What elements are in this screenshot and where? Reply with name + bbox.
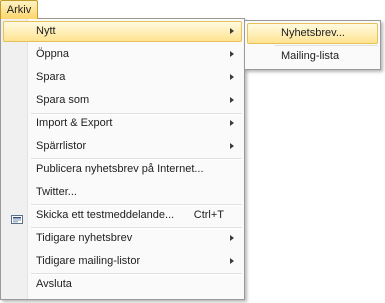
nytt-submenu: Nyhetsbrev... Mailing-lista bbox=[244, 20, 381, 70]
arkiv-menu-button[interactable]: Arkiv bbox=[0, 0, 38, 19]
menu-item-label: Twitter... bbox=[36, 186, 77, 198]
menu-item-label: Publicera nyhetsbrev på Internet... bbox=[36, 163, 204, 175]
submenu-item-mailing-lista[interactable]: Mailing-lista bbox=[247, 46, 378, 67]
menu-item-label: Spara bbox=[36, 71, 66, 83]
submenu-arrow-icon bbox=[230, 235, 234, 241]
submenu-arrow-icon bbox=[230, 97, 234, 103]
submenu-arrow-icon bbox=[230, 258, 234, 264]
menu-item-label: Öppna bbox=[36, 48, 70, 60]
send-test-email-icon bbox=[11, 211, 23, 224]
submenu-arrow-icon bbox=[230, 74, 234, 80]
menu-item-skicka-test[interactable]: Skicka ett testmeddelande... Ctrl+T bbox=[3, 205, 242, 226]
menu-item-label: Tidigare mailing-listor bbox=[36, 255, 141, 267]
submenu-item-label: Mailing-lista bbox=[281, 50, 340, 62]
menu-item-label: Avsluta bbox=[36, 278, 72, 290]
menu-item-publicera[interactable]: Publicera nyhetsbrev på Internet... bbox=[3, 159, 242, 180]
menu-item-label: Spärrlistor bbox=[36, 140, 87, 152]
menu-item-label: Nytt bbox=[36, 25, 56, 37]
menu-item-label: Import & Export bbox=[36, 117, 113, 129]
submenu-arrow-icon bbox=[230, 28, 234, 34]
menu-item-spara-som[interactable]: Spara som bbox=[3, 90, 242, 111]
menu-item-avsluta[interactable]: Avsluta bbox=[3, 274, 242, 295]
menu-item-oppna[interactable]: Öppna bbox=[3, 44, 242, 65]
submenu-arrow-icon bbox=[230, 51, 234, 57]
submenu-item-nyhetsbrev[interactable]: Nyhetsbrev... bbox=[247, 23, 378, 44]
menu-item-tidigare-nyhetsbrev[interactable]: Tidigare nyhetsbrev bbox=[3, 228, 242, 249]
menu-item-sparrlistor[interactable]: Spärrlistor bbox=[3, 136, 242, 157]
submenu-arrow-icon bbox=[230, 143, 234, 149]
menu-item-shortcut: Ctrl+T bbox=[193, 209, 224, 221]
menu-item-label: Skicka ett testmeddelande... bbox=[36, 209, 175, 221]
menu-item-spara[interactable]: Spara bbox=[3, 67, 242, 88]
menu-item-label: Spara som bbox=[36, 94, 90, 106]
menu-item-import-export[interactable]: Import & Export bbox=[3, 113, 242, 134]
menu-item-nytt[interactable]: Nytt bbox=[3, 21, 242, 42]
app-window: Arkiv Nytt Öppna Spara Spara som Import … bbox=[0, 0, 385, 303]
menu-item-twitter[interactable]: Twitter... bbox=[3, 182, 242, 203]
menu-item-label: Tidigare nyhetsbrev bbox=[36, 232, 133, 244]
submenu-arrow-icon bbox=[230, 120, 234, 126]
submenu-item-label: Nyhetsbrev... bbox=[281, 27, 345, 39]
arkiv-dropdown-menu: Nytt Öppna Spara Spara som Import & Expo… bbox=[0, 18, 245, 300]
menu-item-tidigare-mailing-listor[interactable]: Tidigare mailing-listor bbox=[3, 251, 242, 272]
